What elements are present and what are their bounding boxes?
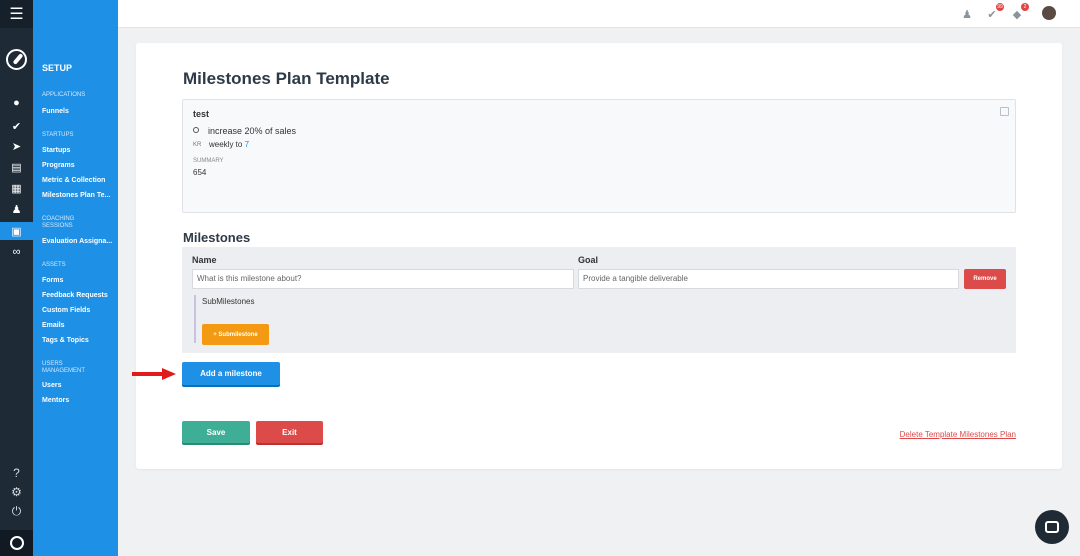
power-icon[interactable]: ⏻ [0, 502, 33, 520]
kr-text: weekly to 7 [209, 140, 249, 149]
milestones-title: Milestones [183, 230, 251, 245]
objective-bullet-icon [193, 127, 199, 133]
edit-icon[interactable] [1000, 107, 1009, 116]
kr-text-label: weekly to [209, 140, 245, 149]
menu-item-users[interactable]: Users [42, 382, 61, 389]
red-arrow-icon [132, 368, 176, 380]
exit-button[interactable]: Exit [256, 421, 323, 443]
bell-icon[interactable]: ◆ 2 [1010, 3, 1029, 21]
team-icon[interactable]: ♟ [0, 200, 33, 218]
delete-template-link[interactable]: Delete Template Milestones Plan [900, 430, 1016, 439]
setup-menu: SETUP APPLICATIONS Funnels STARTUPS Star… [33, 0, 118, 556]
menu-item-evaluation[interactable]: Evaluation Assigna... [42, 238, 112, 245]
menu-item-forms[interactable]: Forms [42, 277, 63, 284]
menu-item-metric-collection[interactable]: Metric & Collection [42, 177, 105, 184]
top-bar: ♟ ✔ 99 ◆ 2 [118, 0, 1080, 28]
menu-item-emails[interactable]: Emails [42, 322, 65, 329]
save-button[interactable]: Save [182, 421, 250, 443]
milestone-goal-input[interactable]: Provide a tangible deliverable [578, 269, 959, 289]
summary-value: 654 [193, 168, 207, 177]
kr-tag: KR [193, 142, 202, 148]
menu-item-startups[interactable]: Startups [42, 147, 70, 154]
kr-value-link[interactable]: 7 [245, 140, 249, 149]
tasks-badge: 99 [996, 3, 1004, 11]
tasks-icon[interactable]: ✔ 99 [985, 3, 1004, 21]
users-icon[interactable]: ♟ [960, 7, 974, 21]
menu-item-funnels[interactable]: Funnels [42, 108, 69, 115]
rocket-icon[interactable]: ➤ [0, 137, 33, 155]
goal-label: Goal [578, 255, 599, 265]
page-title: Milestones Plan Template [183, 69, 390, 88]
submilestone-divider [194, 295, 196, 343]
calendar-icon[interactable]: ▣ [0, 222, 33, 240]
icon-rail: ☰ ● ✔ ➤ ▤ ▦ ♟ ▣ ∞ ? ⚙ ⏻ [0, 0, 33, 556]
check-circle-icon[interactable]: ✔ [0, 117, 33, 135]
menu-section-assets: ASSETS [42, 262, 66, 268]
add-submilestone-button[interactable]: + Submilestone [202, 324, 269, 345]
gear-icon[interactable]: ⚙ [0, 483, 33, 501]
menu-section-startups: STARTUPS [42, 132, 74, 138]
rocket-bottom-icon[interactable] [0, 530, 33, 556]
building-icon[interactable]: ▦ [0, 179, 33, 197]
plan-name: test [193, 109, 210, 119]
avatar[interactable] [1042, 6, 1056, 20]
menu-title: SETUP [42, 63, 73, 73]
menu-section-coaching: COACHING SESSIONS [42, 216, 75, 229]
menu-item-custom-fields[interactable]: Custom Fields [42, 307, 90, 314]
rocket-logo-icon[interactable] [6, 49, 27, 70]
submilestones-label: SubMilestones [202, 297, 255, 306]
user-icon[interactable]: ● [0, 94, 33, 112]
menu-item-programs[interactable]: Programs [42, 162, 75, 169]
chat-launcher-icon[interactable] [1035, 510, 1069, 544]
document-icon[interactable]: ▤ [0, 158, 33, 176]
link-icon[interactable]: ∞ [0, 243, 33, 261]
menu-item-mentors[interactable]: Mentors [42, 397, 69, 404]
milestone-row: Name Goal What is this milestone about? … [182, 247, 1016, 353]
objective-text: increase 20% of sales [208, 126, 297, 136]
help-icon[interactable]: ? [0, 464, 33, 482]
menu-section-users: USERS MANAGEMENT [42, 361, 86, 374]
hamburger-menu-icon[interactable]: ☰ [0, 0, 33, 28]
add-milestone-button[interactable]: Add a milestone [182, 362, 280, 385]
content-card: Milestones Plan Template test increase 2… [136, 43, 1062, 469]
remove-button[interactable]: Remove [964, 269, 1006, 289]
milestone-name-input[interactable]: What is this milestone about? [192, 269, 574, 289]
plan-summary-box: test increase 20% of sales KR weekly to … [182, 99, 1016, 213]
menu-section-applications: APPLICATIONS [42, 92, 86, 98]
name-label: Name [192, 255, 217, 265]
menu-item-feedback-requests[interactable]: Feedback Requests [42, 292, 108, 299]
menu-item-milestones-plan[interactable]: Milestones Plan Te... [42, 192, 110, 199]
bell-badge: 2 [1021, 3, 1029, 11]
summary-label: SUMMARY [193, 158, 224, 164]
menu-item-tags-topics[interactable]: Tags & Topics [42, 337, 89, 344]
